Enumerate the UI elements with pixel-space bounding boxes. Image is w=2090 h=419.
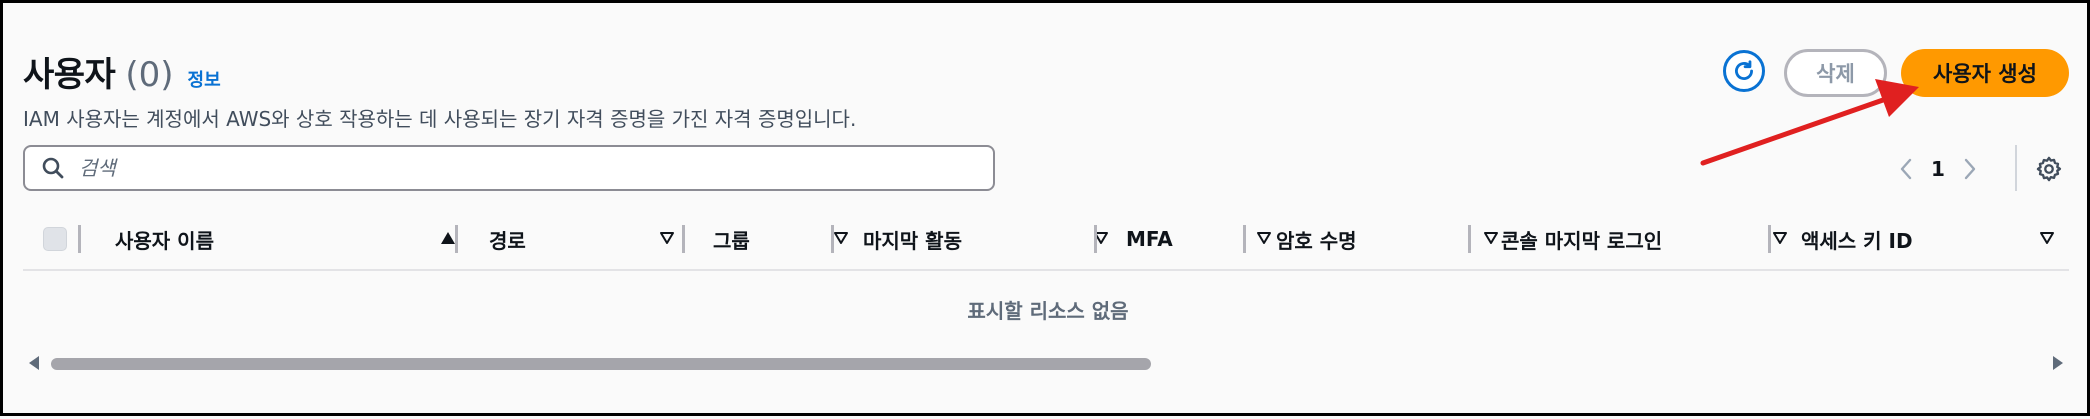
column-divider[interactable] — [831, 225, 834, 253]
column-divider[interactable] — [1243, 225, 1246, 253]
scroll-right-icon[interactable] — [2051, 355, 2065, 371]
sort-icon — [834, 232, 848, 244]
column-label: MFA — [1126, 227, 1173, 251]
sort-ascending-icon — [441, 232, 455, 244]
search-input[interactable] — [77, 155, 961, 181]
page-frame: 사용자 (0) 정보 IAM 사용자는 계정에서 AWS와 상호 작용하는 데 … — [0, 0, 2090, 416]
column-label: 액세스 키 ID — [1801, 228, 1913, 253]
column-header-access-key-id[interactable]: 액세스 키 ID — [1801, 219, 2069, 259]
annotation-arrow-icon — [1700, 79, 1919, 166]
sort-icon — [660, 232, 674, 244]
refresh-button[interactable] — [1723, 50, 1765, 92]
column-label: 암호 수명 — [1276, 228, 1357, 253]
next-page-button[interactable] — [1955, 153, 1985, 185]
sort-icon — [1257, 232, 1271, 244]
page-description: IAM 사용자는 계정에서 AWS와 상호 작용하는 데 사용되는 장기 자격 … — [23, 107, 857, 131]
page-title: 사용자 — [23, 55, 116, 95]
current-page-number[interactable]: 1 — [1921, 157, 1955, 181]
empty-state-message: 표시할 리소스 없음 — [967, 299, 1129, 323]
search-icon — [42, 157, 64, 179]
column-label: 마지막 활동 — [863, 228, 962, 253]
scroll-left-icon[interactable] — [27, 355, 41, 371]
column-divider[interactable] — [1094, 225, 1097, 253]
pagination-divider — [2015, 145, 2017, 191]
table-header: 사용자 이름 경로 그룹 마지막 활동 MFA 암호 수명 콘솔 마지막 로그인… — [23, 219, 2069, 271]
column-label: 사용자 이름 — [115, 228, 214, 253]
column-header-password-age[interactable]: 암호 수명 — [1276, 219, 1513, 259]
column-header-last-activity[interactable]: 마지막 활동 — [863, 219, 1123, 259]
sort-icon — [1773, 232, 1787, 244]
page-header: 사용자 (0) 정보 — [23, 47, 221, 96]
column-header-groups[interactable]: 그룹 — [713, 219, 863, 259]
column-divider[interactable] — [1468, 225, 1471, 253]
sort-icon — [2040, 232, 2054, 244]
column-divider[interactable] — [1768, 225, 1771, 253]
user-count: (0) — [125, 55, 174, 95]
column-header-mfa[interactable]: MFA — [1126, 219, 1286, 259]
column-divider[interactable] — [78, 225, 81, 253]
chevron-left-icon — [1900, 158, 1912, 180]
column-divider[interactable] — [682, 225, 685, 253]
column-label: 경로 — [489, 228, 526, 253]
delete-button[interactable]: 삭제 — [1784, 49, 1887, 97]
pagination: 1 — [1891, 153, 1985, 185]
sort-icon — [1484, 232, 1498, 244]
search-field[interactable] — [23, 145, 995, 191]
column-label: 그룹 — [713, 228, 750, 253]
create-user-button[interactable]: 사용자 생성 — [1901, 49, 2069, 97]
horizontal-scrollbar-thumb[interactable] — [51, 358, 1151, 370]
select-all-checkbox[interactable] — [43, 227, 67, 251]
gear-icon — [2036, 156, 2062, 182]
column-header-console-last-sign-in[interactable]: 콘솔 마지막 로그인 — [1501, 219, 1802, 259]
column-header-user-name[interactable]: 사용자 이름 — [115, 219, 470, 259]
chevron-right-icon — [1964, 158, 1976, 180]
previous-page-button[interactable] — [1891, 153, 1921, 185]
column-divider[interactable] — [455, 225, 458, 253]
table-settings-button[interactable] — [2033, 153, 2065, 185]
info-link[interactable]: 정보 — [188, 66, 221, 92]
refresh-icon — [1735, 60, 1753, 80]
column-label: 콘솔 마지막 로그인 — [1501, 228, 1663, 253]
column-header-path[interactable]: 경로 — [489, 219, 689, 259]
